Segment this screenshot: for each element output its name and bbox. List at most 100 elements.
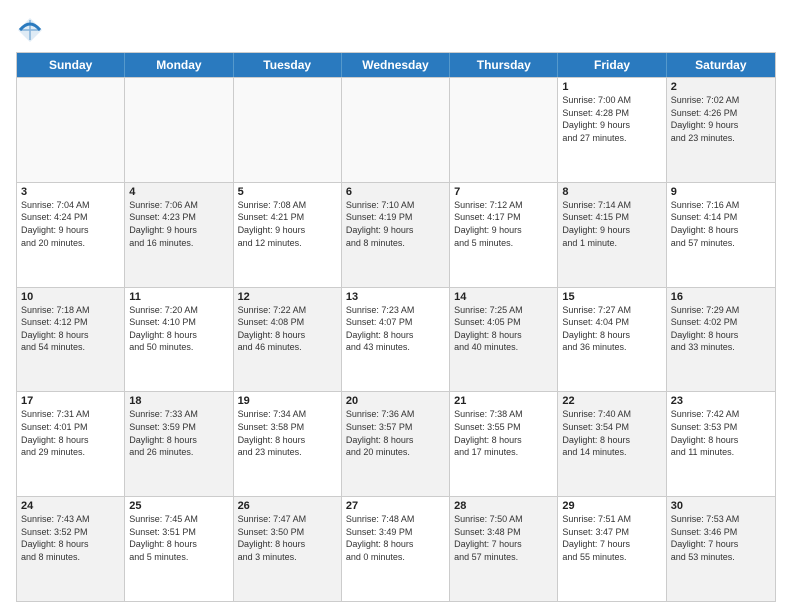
day-number: 24 (21, 500, 120, 512)
day-number: 14 (454, 291, 553, 303)
day-number: 11 (129, 291, 228, 303)
day-number: 4 (129, 186, 228, 198)
header-day-friday: Friday (558, 53, 666, 77)
calendar-cell: 22Sunrise: 7:40 AM Sunset: 3:54 PM Dayli… (558, 392, 666, 496)
logo-icon (16, 16, 44, 44)
calendar-cell: 20Sunrise: 7:36 AM Sunset: 3:57 PM Dayli… (342, 392, 450, 496)
day-info: Sunrise: 7:34 AM Sunset: 3:58 PM Dayligh… (238, 408, 337, 458)
day-number: 18 (129, 395, 228, 407)
day-info: Sunrise: 7:08 AM Sunset: 4:21 PM Dayligh… (238, 199, 337, 249)
day-number: 20 (346, 395, 445, 407)
calendar-cell: 5Sunrise: 7:08 AM Sunset: 4:21 PM Daylig… (234, 183, 342, 287)
day-number: 28 (454, 500, 553, 512)
day-info: Sunrise: 7:45 AM Sunset: 3:51 PM Dayligh… (129, 513, 228, 563)
calendar-cell: 23Sunrise: 7:42 AM Sunset: 3:53 PM Dayli… (667, 392, 775, 496)
calendar-cell: 12Sunrise: 7:22 AM Sunset: 4:08 PM Dayli… (234, 288, 342, 392)
calendar-cell: 17Sunrise: 7:31 AM Sunset: 4:01 PM Dayli… (17, 392, 125, 496)
day-info: Sunrise: 7:12 AM Sunset: 4:17 PM Dayligh… (454, 199, 553, 249)
day-info: Sunrise: 7:20 AM Sunset: 4:10 PM Dayligh… (129, 304, 228, 354)
day-number: 5 (238, 186, 337, 198)
calendar-cell: 8Sunrise: 7:14 AM Sunset: 4:15 PM Daylig… (558, 183, 666, 287)
day-number: 22 (562, 395, 661, 407)
calendar-cell: 30Sunrise: 7:53 AM Sunset: 3:46 PM Dayli… (667, 497, 775, 601)
day-number: 19 (238, 395, 337, 407)
header-day-monday: Monday (125, 53, 233, 77)
day-info: Sunrise: 7:14 AM Sunset: 4:15 PM Dayligh… (562, 199, 661, 249)
calendar-cell: 10Sunrise: 7:18 AM Sunset: 4:12 PM Dayli… (17, 288, 125, 392)
day-info: Sunrise: 7:47 AM Sunset: 3:50 PM Dayligh… (238, 513, 337, 563)
day-number: 12 (238, 291, 337, 303)
day-info: Sunrise: 7:50 AM Sunset: 3:48 PM Dayligh… (454, 513, 553, 563)
day-number: 25 (129, 500, 228, 512)
calendar-cell: 25Sunrise: 7:45 AM Sunset: 3:51 PM Dayli… (125, 497, 233, 601)
calendar-cell: 2Sunrise: 7:02 AM Sunset: 4:26 PM Daylig… (667, 78, 775, 182)
calendar-cell: 4Sunrise: 7:06 AM Sunset: 4:23 PM Daylig… (125, 183, 233, 287)
calendar: SundayMondayTuesdayWednesdayThursdayFrid… (16, 52, 776, 602)
day-number: 9 (671, 186, 771, 198)
calendar-cell: 24Sunrise: 7:43 AM Sunset: 3:52 PM Dayli… (17, 497, 125, 601)
day-number: 10 (21, 291, 120, 303)
calendar-cell (450, 78, 558, 182)
day-number: 15 (562, 291, 661, 303)
day-info: Sunrise: 7:31 AM Sunset: 4:01 PM Dayligh… (21, 408, 120, 458)
day-number: 3 (21, 186, 120, 198)
header-day-saturday: Saturday (667, 53, 775, 77)
calendar-week-1: 1Sunrise: 7:00 AM Sunset: 4:28 PM Daylig… (17, 77, 775, 182)
logo (16, 16, 48, 44)
calendar-cell: 11Sunrise: 7:20 AM Sunset: 4:10 PM Dayli… (125, 288, 233, 392)
day-info: Sunrise: 7:42 AM Sunset: 3:53 PM Dayligh… (671, 408, 771, 458)
calendar-cell: 9Sunrise: 7:16 AM Sunset: 4:14 PM Daylig… (667, 183, 775, 287)
day-number: 23 (671, 395, 771, 407)
day-number: 2 (671, 81, 771, 93)
day-info: Sunrise: 7:48 AM Sunset: 3:49 PM Dayligh… (346, 513, 445, 563)
calendar-cell: 16Sunrise: 7:29 AM Sunset: 4:02 PM Dayli… (667, 288, 775, 392)
day-info: Sunrise: 7:22 AM Sunset: 4:08 PM Dayligh… (238, 304, 337, 354)
day-number: 17 (21, 395, 120, 407)
day-info: Sunrise: 7:23 AM Sunset: 4:07 PM Dayligh… (346, 304, 445, 354)
day-info: Sunrise: 7:06 AM Sunset: 4:23 PM Dayligh… (129, 199, 228, 249)
calendar-body: 1Sunrise: 7:00 AM Sunset: 4:28 PM Daylig… (17, 77, 775, 601)
calendar-cell: 18Sunrise: 7:33 AM Sunset: 3:59 PM Dayli… (125, 392, 233, 496)
calendar-cell: 15Sunrise: 7:27 AM Sunset: 4:04 PM Dayli… (558, 288, 666, 392)
day-info: Sunrise: 7:16 AM Sunset: 4:14 PM Dayligh… (671, 199, 771, 249)
day-number: 21 (454, 395, 553, 407)
day-number: 29 (562, 500, 661, 512)
calendar-cell (17, 78, 125, 182)
calendar-cell: 7Sunrise: 7:12 AM Sunset: 4:17 PM Daylig… (450, 183, 558, 287)
calendar-cell: 14Sunrise: 7:25 AM Sunset: 4:05 PM Dayli… (450, 288, 558, 392)
header-day-sunday: Sunday (17, 53, 125, 77)
header (16, 16, 776, 44)
day-number: 1 (562, 81, 661, 93)
day-info: Sunrise: 7:36 AM Sunset: 3:57 PM Dayligh… (346, 408, 445, 458)
day-info: Sunrise: 7:51 AM Sunset: 3:47 PM Dayligh… (562, 513, 661, 563)
day-info: Sunrise: 7:25 AM Sunset: 4:05 PM Dayligh… (454, 304, 553, 354)
day-number: 6 (346, 186, 445, 198)
day-info: Sunrise: 7:33 AM Sunset: 3:59 PM Dayligh… (129, 408, 228, 458)
day-number: 26 (238, 500, 337, 512)
calendar-cell: 1Sunrise: 7:00 AM Sunset: 4:28 PM Daylig… (558, 78, 666, 182)
calendar-cell: 27Sunrise: 7:48 AM Sunset: 3:49 PM Dayli… (342, 497, 450, 601)
day-number: 7 (454, 186, 553, 198)
calendar-cell: 26Sunrise: 7:47 AM Sunset: 3:50 PM Dayli… (234, 497, 342, 601)
day-info: Sunrise: 7:53 AM Sunset: 3:46 PM Dayligh… (671, 513, 771, 563)
calendar-cell (234, 78, 342, 182)
day-info: Sunrise: 7:43 AM Sunset: 3:52 PM Dayligh… (21, 513, 120, 563)
calendar-cell: 3Sunrise: 7:04 AM Sunset: 4:24 PM Daylig… (17, 183, 125, 287)
header-day-tuesday: Tuesday (234, 53, 342, 77)
page: SundayMondayTuesdayWednesdayThursdayFrid… (0, 0, 792, 612)
day-number: 8 (562, 186, 661, 198)
calendar-week-2: 3Sunrise: 7:04 AM Sunset: 4:24 PM Daylig… (17, 182, 775, 287)
header-day-wednesday: Wednesday (342, 53, 450, 77)
calendar-week-3: 10Sunrise: 7:18 AM Sunset: 4:12 PM Dayli… (17, 287, 775, 392)
calendar-header: SundayMondayTuesdayWednesdayThursdayFrid… (17, 53, 775, 77)
calendar-week-5: 24Sunrise: 7:43 AM Sunset: 3:52 PM Dayli… (17, 496, 775, 601)
calendar-cell: 21Sunrise: 7:38 AM Sunset: 3:55 PM Dayli… (450, 392, 558, 496)
day-info: Sunrise: 7:02 AM Sunset: 4:26 PM Dayligh… (671, 94, 771, 144)
day-info: Sunrise: 7:27 AM Sunset: 4:04 PM Dayligh… (562, 304, 661, 354)
day-info: Sunrise: 7:29 AM Sunset: 4:02 PM Dayligh… (671, 304, 771, 354)
calendar-cell: 6Sunrise: 7:10 AM Sunset: 4:19 PM Daylig… (342, 183, 450, 287)
calendar-cell (342, 78, 450, 182)
calendar-cell: 19Sunrise: 7:34 AM Sunset: 3:58 PM Dayli… (234, 392, 342, 496)
day-info: Sunrise: 7:10 AM Sunset: 4:19 PM Dayligh… (346, 199, 445, 249)
day-number: 13 (346, 291, 445, 303)
